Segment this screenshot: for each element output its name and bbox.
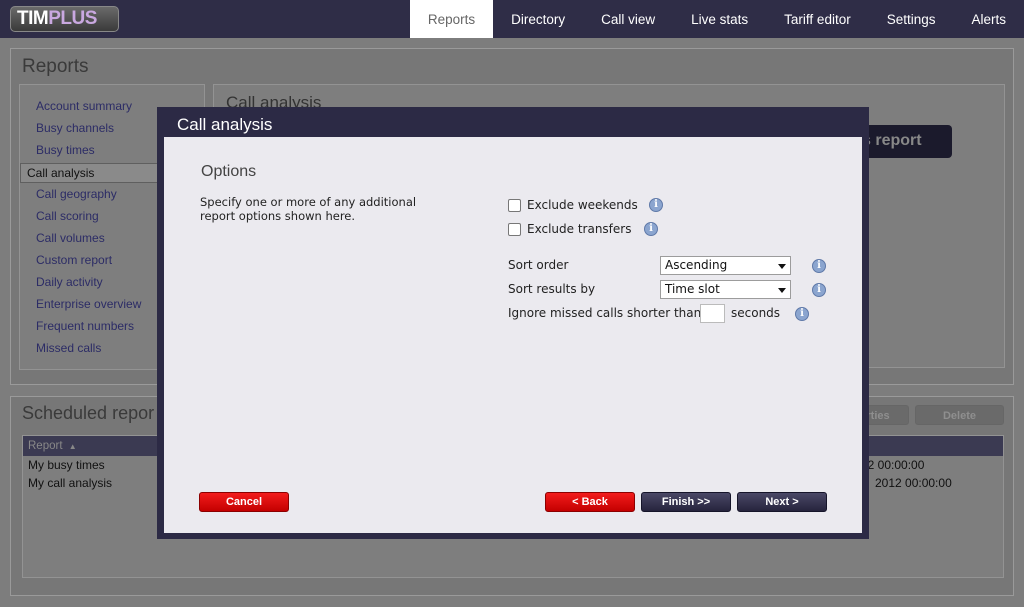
chevron-down-icon	[778, 264, 786, 269]
dialog-title: Call analysis	[177, 115, 273, 134]
next-button[interactable]: Next >	[737, 492, 827, 512]
row-time: 12 00:00:00	[861, 458, 925, 472]
options-heading: Options	[201, 163, 257, 180]
sort-order-label: Sort order	[508, 258, 569, 272]
sidebar-item-call-geography[interactable]: Call geography	[36, 187, 117, 201]
sidebar-item-call-volumes[interactable]: Call volumes	[36, 231, 105, 245]
nav-tariff-editor[interactable]: Tariff editor	[766, 0, 869, 38]
sort-by-select[interactable]: Time slot	[660, 280, 791, 299]
sort-order-select[interactable]: Ascending	[660, 256, 791, 275]
ignore-missed-label: Ignore missed calls shorter than	[508, 306, 702, 320]
seconds-unit-label: seconds	[731, 306, 781, 320]
info-icon[interactable]: i	[812, 283, 826, 297]
sidebar-item-account-summary[interactable]: Account summary	[36, 99, 132, 113]
exclude-transfers-checkbox[interactable]	[508, 222, 521, 236]
table-row[interactable]: My call analysis	[28, 476, 112, 490]
column-header-report[interactable]: Report	[28, 440, 63, 452]
top-bar: TIMPLUS Reports Directory Call view Live…	[0, 0, 1024, 38]
exclude-weekends-checkbox[interactable]	[508, 198, 521, 212]
nav-directory[interactable]: Directory	[493, 0, 583, 38]
table-row[interactable]: My busy times	[28, 458, 105, 472]
ignore-missed-seconds-input[interactable]	[700, 304, 725, 323]
sort-order-value: Ascending	[665, 258, 728, 272]
sidebar-item-daily-activity[interactable]: Daily activity	[36, 275, 103, 289]
nav-live-stats[interactable]: Live stats	[673, 0, 766, 38]
timplus-logo[interactable]: TIMPLUS	[10, 6, 119, 32]
nav-alerts[interactable]: Alerts	[953, 0, 1024, 38]
nav-reports[interactable]: Reports	[409, 0, 494, 38]
delete-button[interactable]: Delete	[915, 405, 1004, 425]
call-analysis-dialog: Call analysis Options Specify one or mor…	[157, 107, 869, 539]
exclude-weekends-label[interactable]: Exclude weekends	[527, 198, 638, 212]
sidebar-item-call-scoring[interactable]: Call scoring	[36, 209, 99, 223]
sort-by-label: Sort results by	[508, 282, 596, 296]
finish-button[interactable]: Finish >>	[641, 492, 731, 512]
logo-text: TIM	[17, 8, 49, 29]
row-time: 2012 00:00:00	[875, 476, 952, 490]
logo-text-accent: PLUS	[48, 8, 97, 29]
chevron-down-icon	[778, 288, 786, 293]
options-description: Specify one or more of any additional re…	[200, 195, 417, 223]
sort-asc-icon: ▲	[68, 442, 77, 451]
back-button[interactable]: < Back	[545, 492, 635, 512]
exclude-weekends-row: Exclude weekends	[508, 198, 638, 212]
sidebar-item-enterprise-overview[interactable]: Enterprise overview	[36, 297, 141, 311]
cancel-button[interactable]: Cancel	[199, 492, 289, 512]
info-icon[interactable]: i	[812, 259, 826, 273]
sort-by-value: Time slot	[665, 282, 720, 296]
info-icon[interactable]: i	[644, 222, 658, 236]
nav-call-view[interactable]: Call view	[583, 0, 673, 38]
exclude-transfers-row: Exclude transfers	[508, 222, 631, 236]
sidebar-item-custom-report[interactable]: Custom report	[36, 253, 112, 267]
sidebar-item-frequent-numbers[interactable]: Frequent numbers	[36, 319, 134, 333]
main-nav: Reports Directory Call view Live stats T…	[409, 0, 1024, 38]
sidebar-item-busy-channels[interactable]: Busy channels	[36, 121, 114, 135]
info-icon[interactable]: i	[649, 198, 663, 212]
reports-panel-title: Reports	[22, 56, 89, 77]
exclude-transfers-label[interactable]: Exclude transfers	[527, 222, 631, 236]
dialog-body: Options Specify one or more of any addit…	[164, 137, 862, 533]
sidebar-item-busy-times[interactable]: Busy times	[36, 143, 95, 157]
info-icon[interactable]: i	[795, 307, 809, 321]
nav-settings[interactable]: Settings	[869, 0, 954, 38]
scheduled-panel-title: Scheduled repor	[22, 403, 155, 423]
sidebar-item-missed-calls[interactable]: Missed calls	[36, 341, 101, 355]
